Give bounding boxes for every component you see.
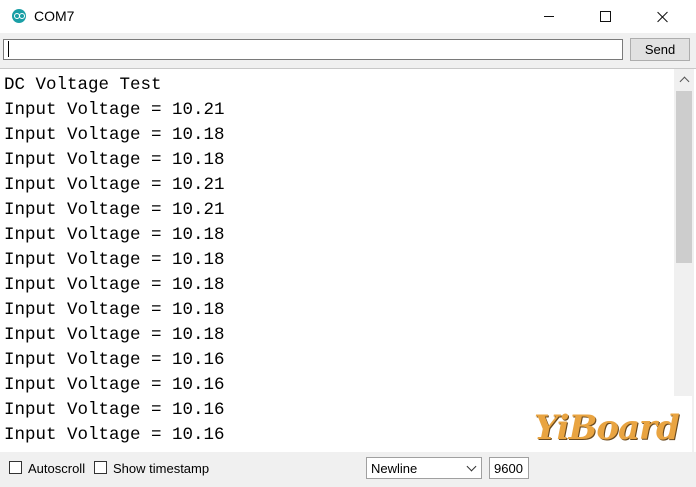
output-line: Input Voltage = 10.18 [4,300,225,320]
output-line: Input Voltage = 10.16 [4,375,225,395]
baud-rate-value: 9600 [494,461,523,476]
autoscroll-label[interactable]: Autoscroll [28,461,85,476]
send-bar: Send [0,33,696,68]
scroll-up-button[interactable] [674,69,694,89]
serial-input[interactable] [3,39,623,60]
output-line: Input Voltage = 10.18 [4,275,225,295]
output-line: Input Voltage = 10.21 [4,100,225,120]
output-line: Input Voltage = 10.21 [4,175,225,195]
arduino-icon [12,9,26,23]
output-line: DC Voltage Test [4,75,162,95]
output-lines: DC Voltage Test Input Voltage = 10.21 Inpu… [4,73,672,448]
title-bar: COM7 [0,0,696,33]
window-title: COM7 [34,8,75,24]
output-line: Input Voltage = 10.18 [4,125,225,145]
watermark-text: YiBoard [534,408,680,448]
output-line: Input Voltage = 10.16 [4,350,225,370]
output-line: Input Voltage = 10.18 [4,225,225,245]
maximize-button[interactable] [582,0,628,33]
chevron-down-icon [466,461,477,472]
output-line: Input Voltage = 10.18 [4,325,225,345]
output-line: Input Voltage = 10.21 [4,200,225,220]
minimize-icon [544,16,554,17]
minimize-button[interactable] [526,0,572,33]
close-button[interactable] [640,0,686,33]
serial-output: DC Voltage Test Input Voltage = 10.21 Inpu… [0,68,696,452]
output-line: Input Voltage = 10.18 [4,150,225,170]
output-line: Input Voltage = 10.18 [4,250,225,270]
vertical-scrollbar[interactable] [674,69,694,452]
maximize-icon [599,11,611,22]
autoscroll-checkbox[interactable] [9,461,22,474]
scrollbar-thumb[interactable] [676,91,692,263]
footer-bar: Autoscroll Show timestamp Newline 9600 [0,452,696,487]
close-icon [657,11,669,23]
timestamp-label[interactable]: Show timestamp [113,461,209,476]
line-ending-select[interactable]: Newline [366,457,482,479]
timestamp-checkbox[interactable] [94,461,107,474]
send-button[interactable]: Send [630,38,690,61]
chevron-up-icon [679,76,689,86]
line-ending-value: Newline [371,461,418,476]
baud-rate-select[interactable]: 9600 [489,457,529,479]
text-caret [8,41,9,57]
